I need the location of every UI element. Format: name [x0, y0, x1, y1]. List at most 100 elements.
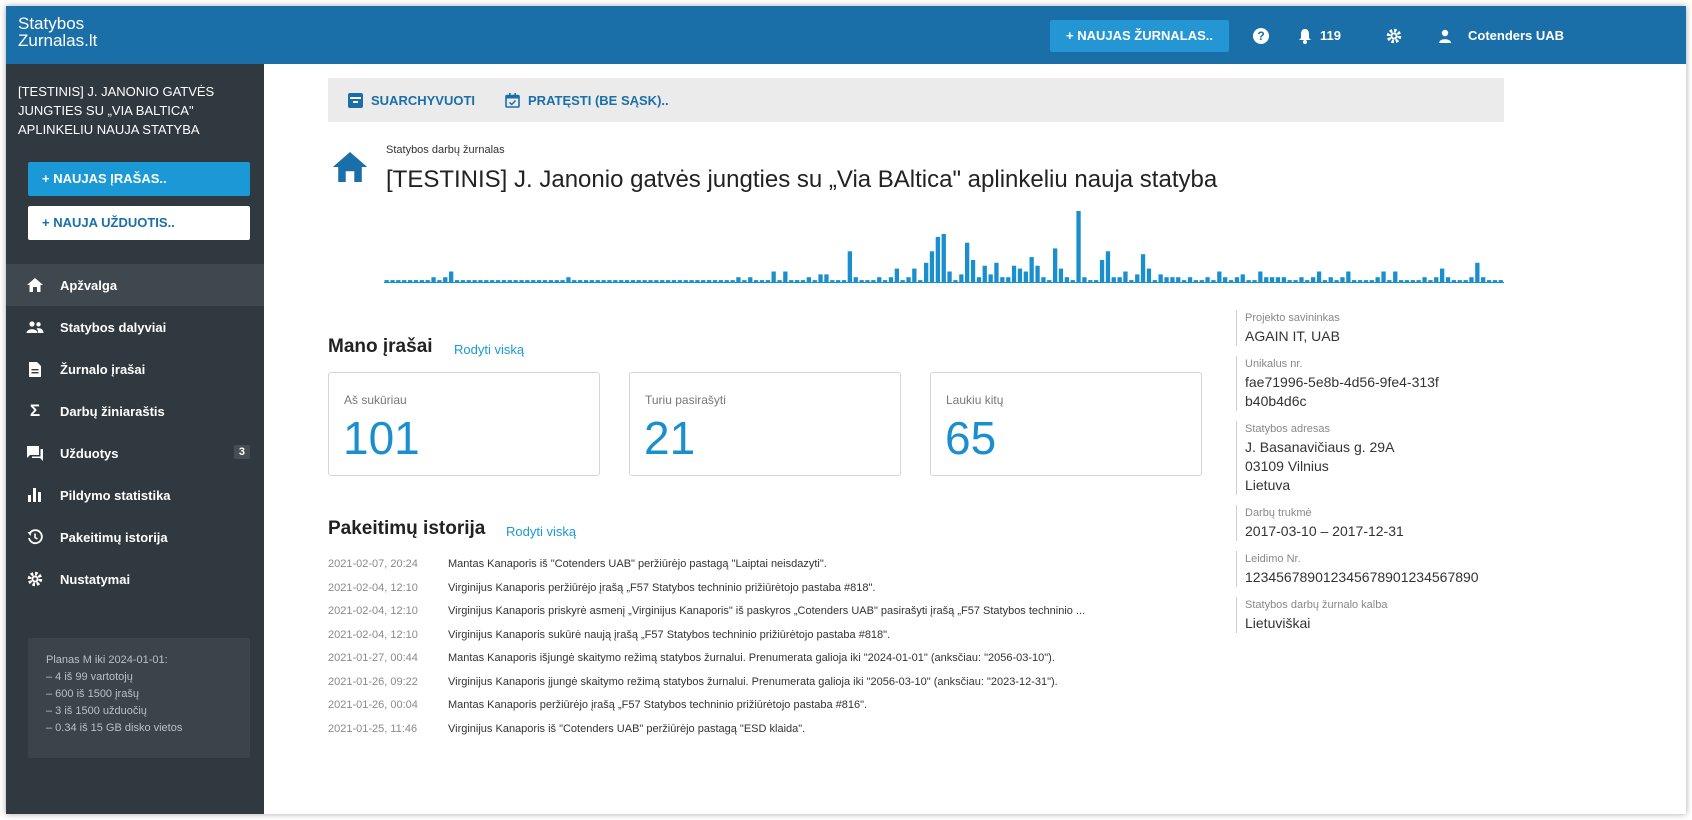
- history-text: Virginijus Kanaporis sukūrė naują įrašą …: [448, 628, 891, 641]
- activity-bar: [1352, 280, 1357, 283]
- info-value: Lietuviškai: [1245, 615, 1311, 631]
- activity-bar: [1223, 277, 1228, 283]
- history-row[interactable]: 2021-02-07, 20:24 Mantas Kanaporis iš "Co…: [328, 558, 1228, 582]
- activity-bar: [542, 280, 548, 283]
- activity-bar: [1182, 280, 1187, 283]
- sidebar-item-overview[interactable]: Apžvalga: [6, 264, 264, 306]
- activity-bar: [1381, 271, 1386, 283]
- activity-bar: [554, 280, 559, 283]
- info-value: AGAIN IT, UAB: [1245, 328, 1340, 344]
- activity-bar: [1152, 280, 1157, 283]
- sidebar-item-participants[interactable]: Statybos dalyviai: [6, 306, 264, 348]
- new-task-button[interactable]: + NAUJA UŽDUOTIS..: [28, 206, 250, 240]
- activity-bar: [824, 274, 829, 283]
- activity-bar: [742, 280, 747, 283]
- history-icon: [26, 528, 44, 546]
- sidebar-item-history[interactable]: Pakeitimų istorija: [6, 516, 264, 558]
- sidebar-item-settings[interactable]: Nustatymai: [6, 558, 264, 600]
- activity-bar: [613, 280, 618, 283]
- history-row[interactable]: 2021-02-04, 12:10 Virginijus Kanaporis pr…: [328, 605, 1228, 629]
- history-text: Virginijus Kanaporis priskyrė asmenį „Vi…: [448, 605, 1086, 617]
- activity-bar: [795, 280, 800, 283]
- stat-card-to-sign[interactable]: Turiu pasirašyti 21: [629, 372, 901, 476]
- history-show-all-link[interactable]: Rodyti viską: [506, 524, 576, 539]
- info-label: Unikalus nr.: [1245, 358, 1303, 370]
- new-entry-button[interactable]: + NAUJAS ĮRAŠAS..: [28, 162, 250, 196]
- activity-bar: [730, 280, 735, 283]
- activity-bar: [437, 280, 442, 283]
- activity-bar: [689, 280, 694, 283]
- activity-bar: [900, 280, 905, 283]
- activity-bar: [1011, 265, 1017, 283]
- history-row[interactable]: 2021-01-27, 00:44 Mantas Kanaporis išjung…: [328, 652, 1228, 676]
- gear-icon: [1386, 28, 1402, 44]
- activity-bar: [777, 280, 782, 283]
- history-time: 2021-02-04, 12:10: [328, 605, 418, 617]
- info-label: Projekto savininkas: [1245, 312, 1340, 324]
- activity-bar: [982, 265, 987, 283]
- history-text: Virginijus Kanaporis iš "Cotenders UAB" …: [448, 722, 806, 735]
- sidebar-item-entries[interactable]: Žurnalo įrašai: [6, 348, 264, 390]
- my-entries-show-all-link[interactable]: Rodyti viską: [454, 342, 524, 357]
- extend-button[interactable]: PRATĘSTI (BE SĄSK)..: [505, 92, 669, 108]
- activity-bar: [583, 280, 589, 283]
- activity-bar: [1486, 280, 1492, 283]
- sidebar-item-worksheet[interactable]: Σ Darbų žiniaraštis: [6, 390, 264, 432]
- new-journal-label: NAUJAS ŽURNALAS..: [1077, 28, 1214, 43]
- activity-bar: [1463, 280, 1468, 283]
- activity-bar: [912, 268, 917, 283]
- project-title[interactable]: [TESTINIS] J. JANONIO GATVĖS JUNGTIES SU…: [18, 82, 248, 139]
- settings-button[interactable]: [1386, 20, 1402, 52]
- sidebar-item-statistics[interactable]: Pildymo statistika: [6, 474, 264, 516]
- activity-bar: [531, 280, 536, 283]
- activity-bar: [753, 280, 759, 283]
- activity-bar: [1492, 280, 1498, 283]
- help-button[interactable]: ?: [1252, 20, 1270, 52]
- activity-bar: [941, 234, 946, 283]
- activity-bar: [712, 280, 718, 283]
- history-text: Mantas Kanaporis išjungė skaitymo režimą…: [448, 652, 1055, 664]
- stat-label: Aš sukūriau: [344, 393, 407, 407]
- history-row[interactable]: 2021-01-26, 00:04 Mantas Kanaporis peržiū…: [328, 699, 1228, 723]
- new-journal-button[interactable]: + NAUJAS ŽURNALAS..: [1050, 20, 1230, 52]
- archive-button[interactable]: SUARCHYVUOTI: [348, 92, 475, 108]
- plus-icon: +: [42, 215, 54, 230]
- sidebar: [TESTINIS] J. JANONIO GATVĖS JUNGTIES SU…: [6, 64, 264, 814]
- activity-bar: [1428, 280, 1433, 283]
- activity-bar: [578, 280, 583, 283]
- logo-line1: Statybos: [18, 14, 85, 33]
- history-row[interactable]: 2021-01-26, 09:22 Virginijus Kanaporis įj…: [328, 676, 1228, 700]
- sidebar-item-tasks[interactable]: Užduotys 3: [6, 432, 264, 474]
- activity-bar: [1445, 277, 1451, 283]
- stat-value: 65: [945, 412, 997, 464]
- notifications-button[interactable]: 119: [1298, 20, 1341, 52]
- activity-bar: [1498, 280, 1503, 283]
- activity-bar: [466, 280, 471, 283]
- activity-bar: [918, 280, 923, 283]
- activity-bar: [894, 268, 899, 283]
- activity-bar: [970, 260, 976, 283]
- history-row[interactable]: 2021-02-04, 12:10 Virginijus Kanaporis su…: [328, 629, 1228, 653]
- activity-bar: [1258, 271, 1263, 283]
- activity-bar: [736, 277, 741, 283]
- stat-card-created[interactable]: Aš sukūriau 101: [328, 372, 600, 476]
- user-menu[interactable]: Cotenders UAB: [1438, 20, 1564, 52]
- activity-bar: [642, 280, 647, 283]
- activity-bar: [988, 274, 993, 283]
- logo[interactable]: Statybos Zurnalas.lt: [18, 15, 97, 49]
- activity-bar: [695, 280, 700, 283]
- activity-bar: [947, 271, 952, 283]
- activity-bar: [906, 277, 911, 283]
- activity-bar: [1023, 271, 1028, 283]
- activity-bar: [1404, 280, 1410, 283]
- activity-bar: [478, 280, 483, 283]
- activity-bar: [1117, 277, 1122, 283]
- plan-line: – 3 iš 1500 užduočių: [46, 705, 147, 717]
- history-row[interactable]: 2021-02-04, 12:10 Virginijus Kanaporis pe…: [328, 582, 1228, 606]
- history-row[interactable]: 2021-01-25, 11:46 Virginijus Kanaporis iš…: [328, 723, 1228, 747]
- stat-card-waiting[interactable]: Laukiu kitų 65: [930, 372, 1202, 476]
- activity-bar: [1082, 277, 1087, 283]
- activity-bar: [1346, 271, 1351, 283]
- activity-bar: [384, 280, 389, 283]
- activity-bar: [865, 280, 870, 283]
